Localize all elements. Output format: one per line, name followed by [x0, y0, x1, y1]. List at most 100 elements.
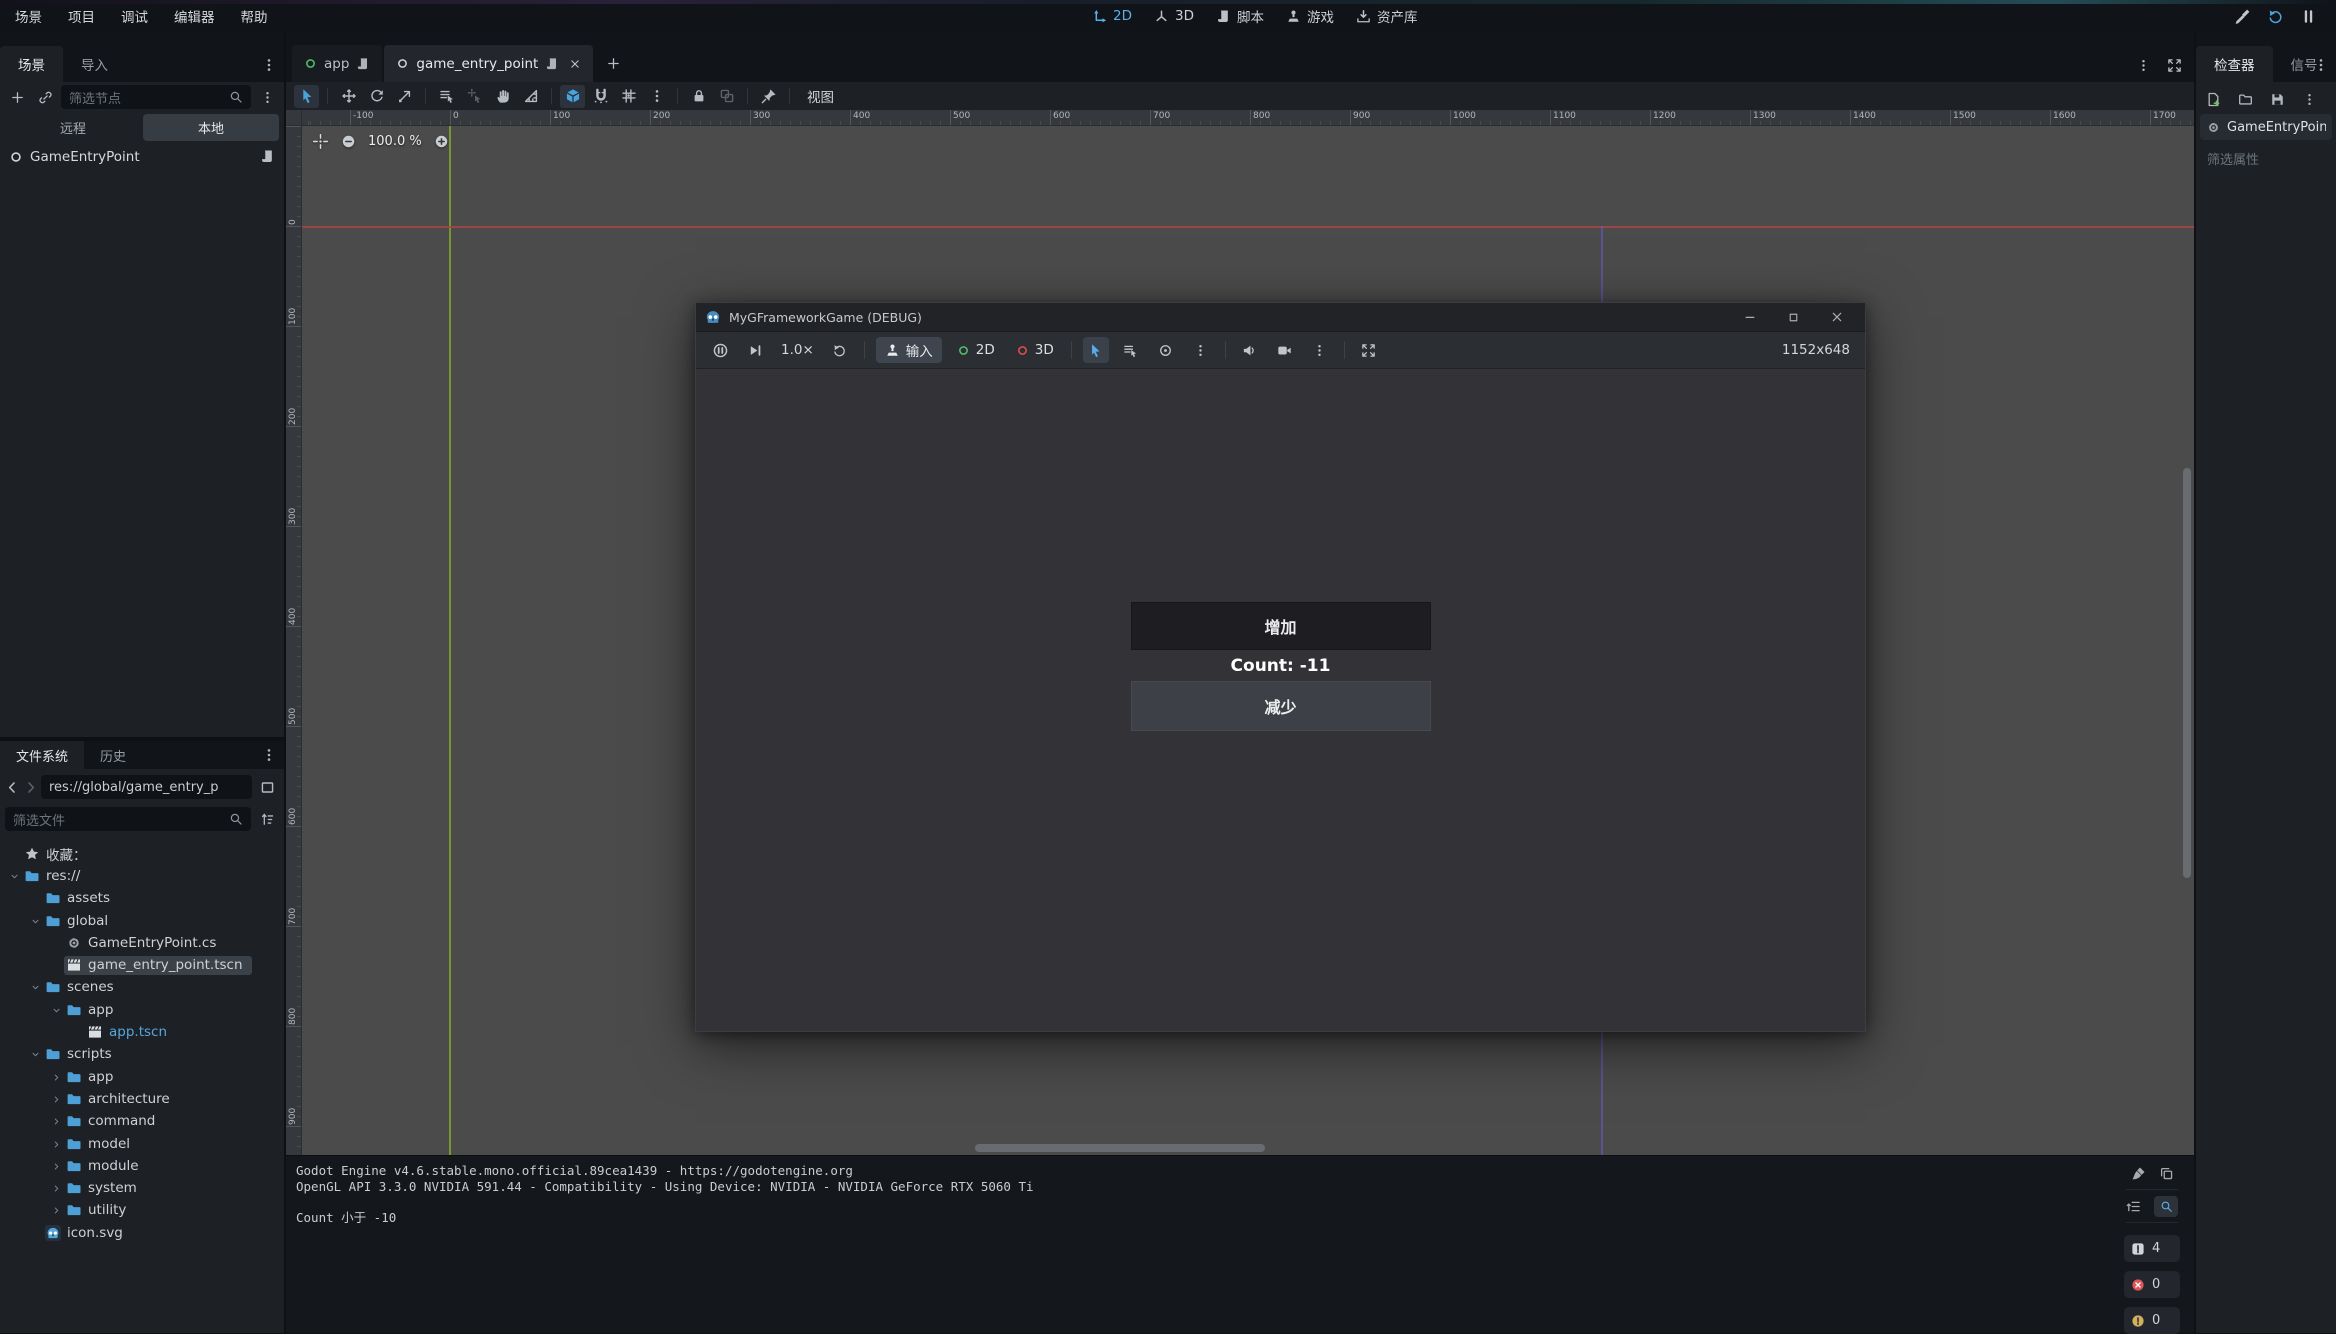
scene-tab[interactable]: game_entry_point — [384, 45, 593, 82]
copy-output-icon[interactable] — [2159, 1166, 2174, 1181]
workspace-tab[interactable]: 游戏 — [1286, 6, 1334, 26]
inspector-menu-icon[interactable] — [2313, 57, 2329, 73]
expand-icon[interactable] — [49, 1139, 64, 1150]
list-select-button[interactable] — [434, 85, 459, 108]
expand-icon[interactable] — [49, 1161, 64, 1172]
close-icon[interactable] — [1830, 310, 1844, 324]
rotate-button[interactable] — [364, 85, 389, 108]
file-tree-row[interactable]: icon.svg — [0, 1222, 282, 1244]
collapse-icon[interactable] — [7, 871, 22, 882]
camera-override-button[interactable] — [1272, 337, 1298, 363]
zoom-out-icon[interactable] — [341, 134, 356, 149]
file-tree-row[interactable]: model — [0, 1133, 282, 1155]
distraction-free-icon[interactable] — [2167, 58, 2182, 73]
game-focus-button[interactable] — [1153, 337, 1179, 363]
file-tree-row[interactable]: game_entry_point.tscn — [0, 954, 282, 976]
close-tab-icon[interactable] — [569, 58, 581, 70]
menu-item[interactable]: 调试 — [108, 0, 161, 32]
save-resource-icon[interactable] — [2270, 92, 2285, 107]
new-scene-tab-button[interactable] — [601, 52, 625, 74]
collapse-icon[interactable] — [49, 1005, 64, 1016]
expand-icon[interactable] — [49, 1094, 64, 1105]
local-button[interactable]: 本地 — [143, 114, 279, 141]
camera-menu-button[interactable] — [1307, 337, 1333, 363]
next-frame-button[interactable] — [742, 337, 768, 363]
script-icon[interactable] — [356, 57, 370, 71]
vertical-scrollbar[interactable] — [2183, 468, 2191, 878]
scene-dock-tab[interactable]: 场景 — [0, 46, 63, 82]
input-mode-button[interactable]: 输入 — [876, 337, 942, 363]
horizontal-scrollbar[interactable] — [975, 1144, 1265, 1152]
suspend-button[interactable] — [707, 337, 733, 363]
clear-output-icon[interactable] — [2131, 1166, 2146, 1181]
file-tree-row[interactable]: global — [0, 910, 282, 932]
file-tree-row[interactable]: app.tscn — [0, 1021, 282, 1043]
cursor-button[interactable] — [294, 85, 319, 108]
search-output-button[interactable] — [2154, 1196, 2178, 1217]
movie-tool-icon[interactable] — [2234, 8, 2251, 25]
expand-icon[interactable] — [49, 1183, 64, 1194]
move-button[interactable] — [336, 85, 361, 108]
maximize-icon[interactable] — [1787, 311, 1800, 324]
select-3d-button[interactable]: 3D — [1010, 337, 1060, 363]
group-button[interactable] — [714, 85, 739, 108]
expand-icon[interactable] — [49, 1116, 64, 1127]
collapse-icon[interactable] — [28, 982, 43, 993]
error-count-badge[interactable]: 0 — [2124, 1271, 2180, 1298]
zoom-in-icon[interactable] — [434, 134, 449, 149]
remote-button[interactable]: 远程 — [5, 114, 141, 141]
game-select-menu-button[interactable] — [1188, 337, 1214, 363]
center-view-icon[interactable] — [312, 133, 329, 150]
game-debug-window[interactable]: MyGFrameworkGame (DEBUG) 1.0× 输入 2D — [695, 302, 1866, 1032]
zoom-level[interactable]: 100.0 % — [368, 134, 422, 149]
scale-button[interactable] — [392, 85, 417, 108]
workspace-tab[interactable]: 2D — [1092, 8, 1132, 24]
embed-fullscreen-button[interactable] — [1356, 337, 1382, 363]
decrease-button[interactable]: 减少 — [1131, 681, 1431, 731]
hand-button[interactable] — [490, 85, 515, 108]
scene-tree-root-node[interactable]: GameEntryPoint — [0, 144, 284, 169]
menu-item[interactable]: 场景 — [2, 0, 55, 32]
file-tree-row[interactable]: scripts — [0, 1044, 282, 1066]
increase-button[interactable]: 增加 — [1131, 602, 1431, 650]
file-tree-row[interactable]: architecture — [0, 1088, 282, 1110]
warning-count-badge[interactable]: 0 — [2124, 1307, 2180, 1334]
back-icon[interactable] — [5, 780, 20, 795]
grid-button[interactable] — [616, 85, 641, 108]
pin-button[interactable] — [756, 85, 781, 108]
workspace-tab[interactable]: 资产库 — [1356, 6, 1418, 26]
filesystem-tab[interactable]: 文件系统 — [0, 741, 84, 769]
ruler-button[interactable] — [518, 85, 543, 108]
dots-v-button[interactable] — [644, 85, 669, 108]
message-count-badge[interactable]: 4 — [2124, 1235, 2180, 1262]
menu-item[interactable]: 编辑器 — [161, 0, 228, 32]
pause-scene-icon[interactable] — [2300, 8, 2317, 25]
file-tree-row[interactable]: scenes — [0, 977, 282, 999]
game-window-titlebar[interactable]: MyGFrameworkGame (DEBUG) — [696, 303, 1865, 332]
view-menu[interactable]: 视图 — [798, 86, 843, 106]
filter-files-input[interactable]: 筛选文件 — [5, 807, 251, 831]
add-node-button[interactable] — [5, 86, 29, 108]
script-icon[interactable] — [545, 57, 559, 71]
minimize-icon[interactable] — [1743, 310, 1757, 324]
forward-icon[interactable] — [23, 780, 38, 795]
file-tree-row[interactable]: module — [0, 1155, 282, 1177]
instance-scene-button[interactable] — [33, 86, 57, 108]
scene-tab[interactable]: app — [292, 45, 382, 82]
file-tree-row[interactable]: app — [0, 1066, 282, 1088]
expand-icon[interactable] — [49, 1072, 64, 1083]
magnet-button[interactable] — [588, 85, 613, 108]
scene-dock-tab[interactable]: 导入 — [63, 46, 126, 82]
workspace-tab[interactable]: 脚本 — [1216, 6, 1264, 26]
collapse-icon[interactable] — [28, 916, 43, 927]
cube-button[interactable] — [560, 85, 585, 108]
file-sort-button[interactable] — [255, 808, 279, 830]
filesystem-tab[interactable]: 历史 — [84, 741, 142, 769]
game-scale-label[interactable]: 1.0× — [777, 342, 818, 358]
menu-item[interactable]: 项目 — [55, 0, 108, 32]
restart-scene-icon[interactable] — [2267, 8, 2284, 25]
filter-properties-input[interactable]: 筛选属性 — [2200, 146, 2332, 171]
reset-scale-button[interactable] — [827, 337, 853, 363]
lock-button[interactable] — [686, 85, 711, 108]
mute-audio-button[interactable] — [1237, 337, 1263, 363]
